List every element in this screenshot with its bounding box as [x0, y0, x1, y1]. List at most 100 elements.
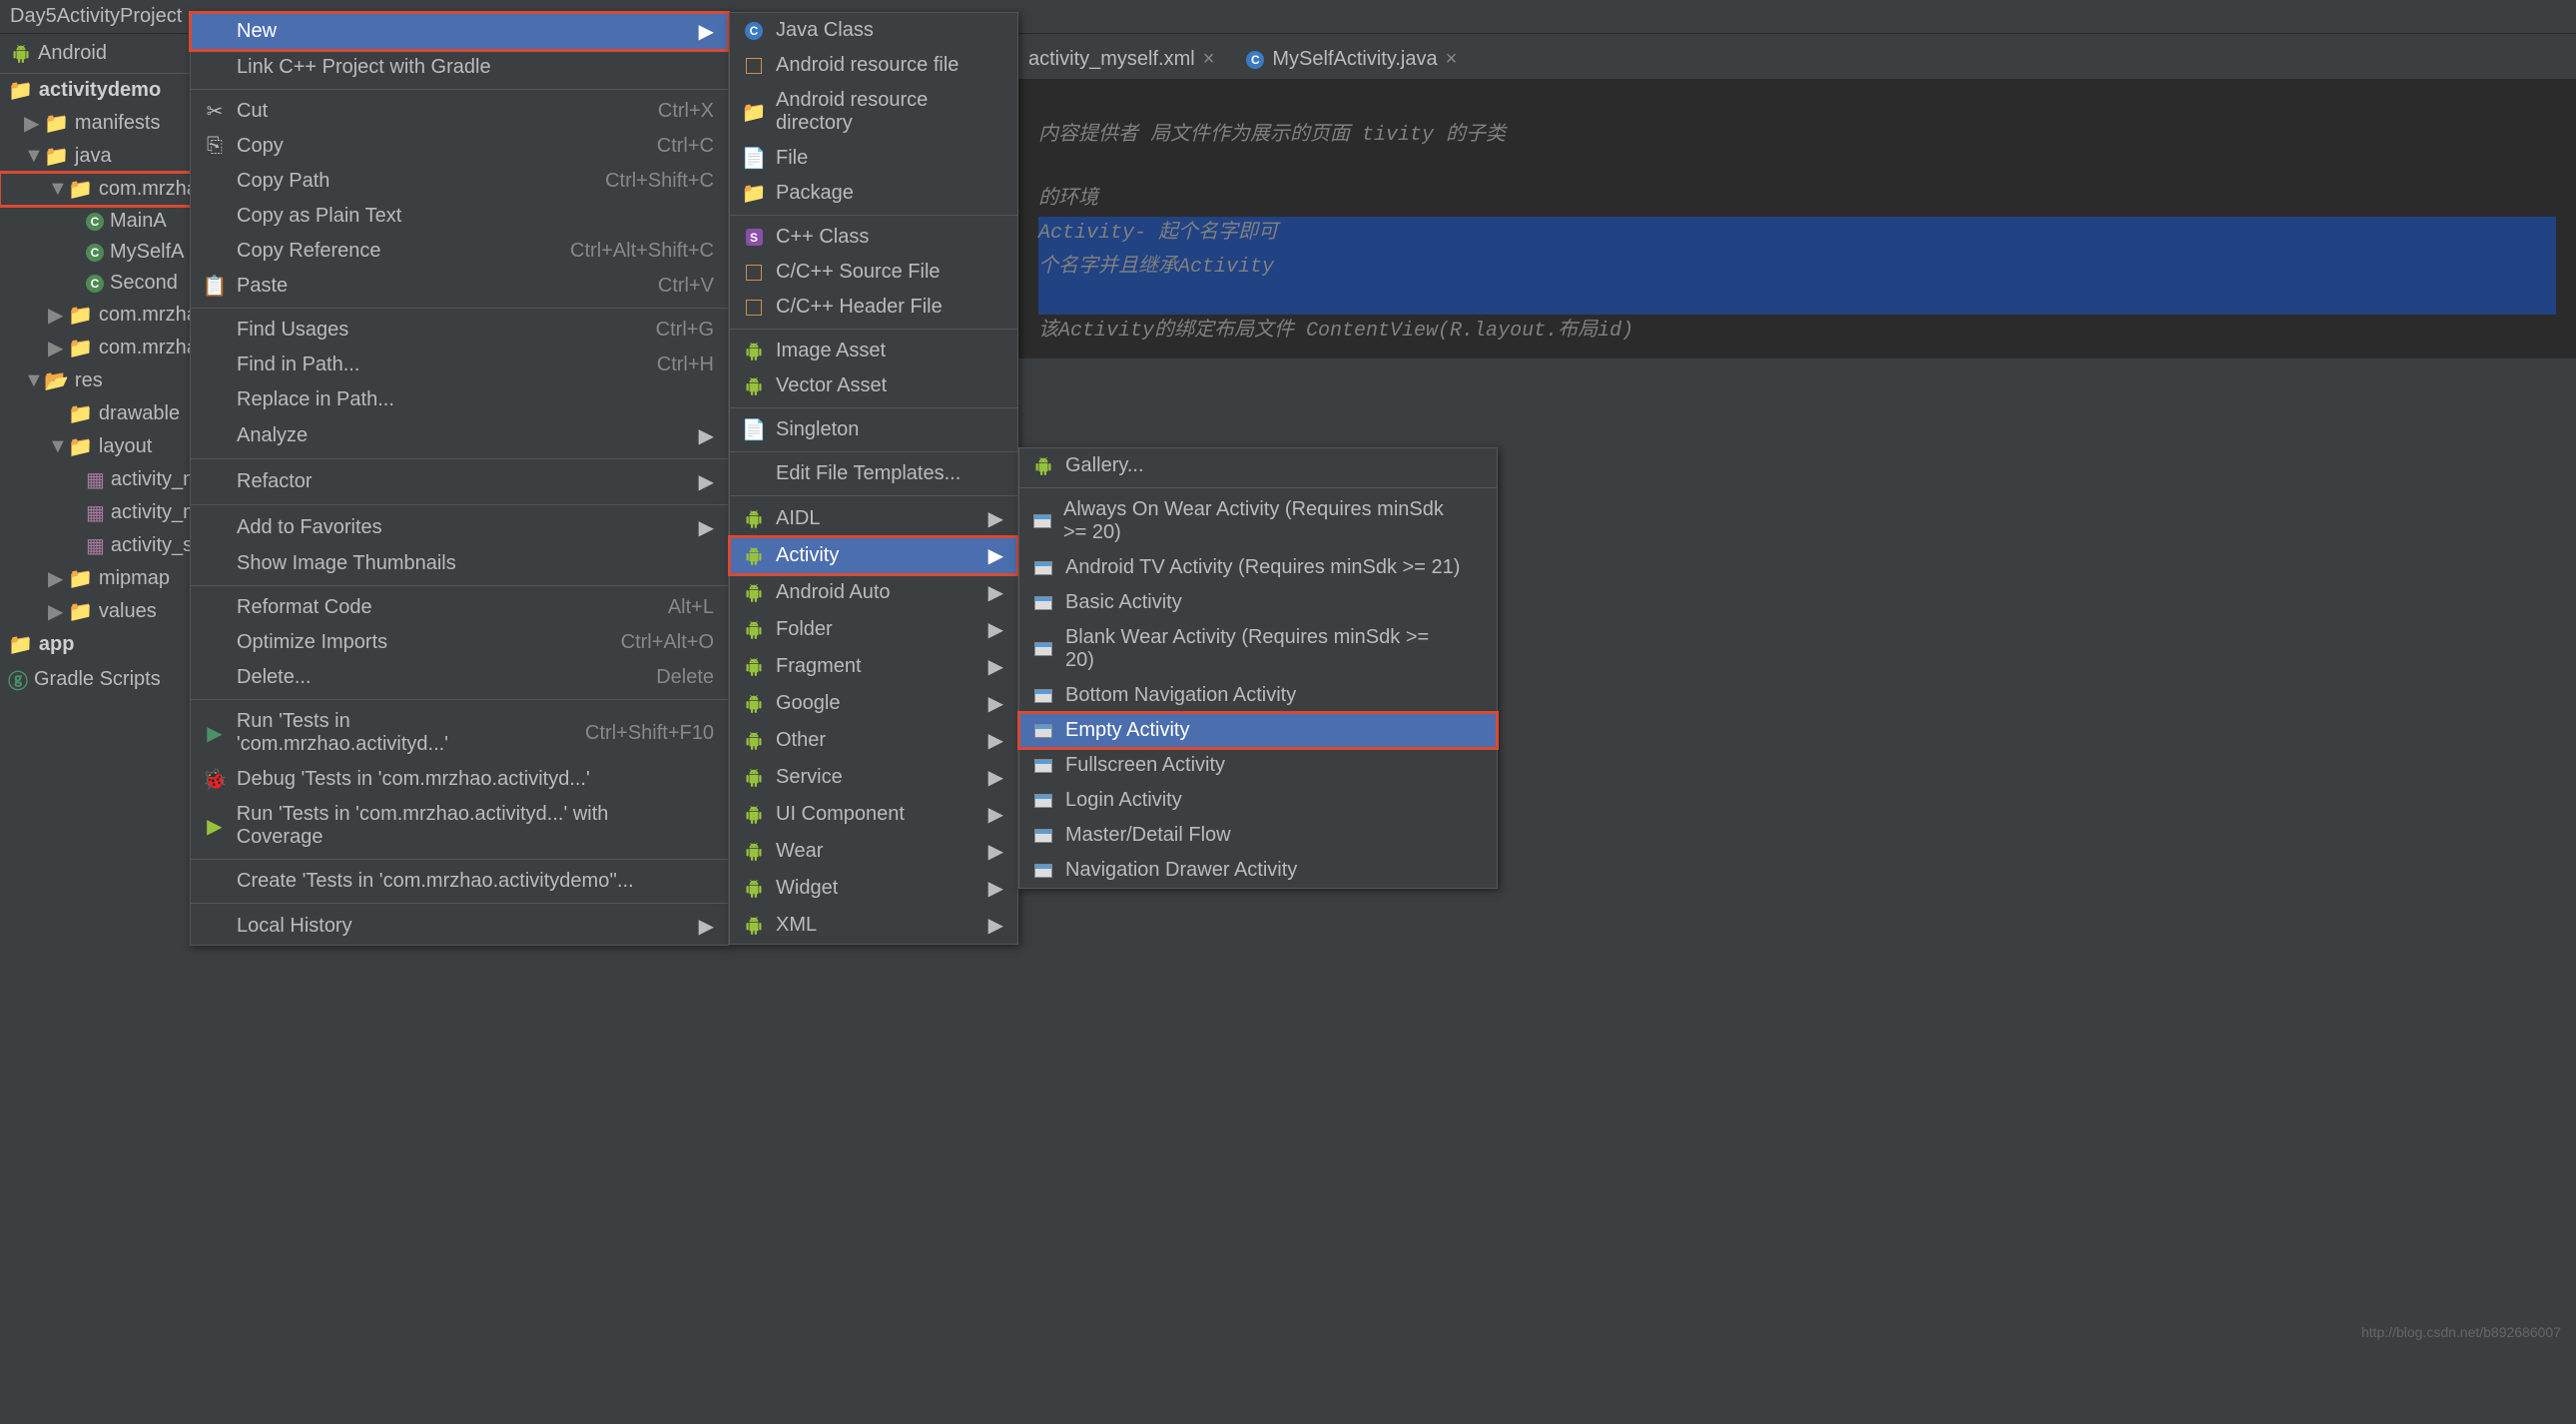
expand-arrow-icon[interactable]: ▶: [48, 566, 62, 591]
menu-item-widget[interactable]: Widget▶: [730, 870, 1017, 907]
menu-item-copy-as-plain-text[interactable]: Copy as Plain Text: [191, 199, 728, 234]
menu-item-local-history[interactable]: Local History▶: [191, 908, 728, 945]
menu-item-c-c-header-file[interactable]: C/C++ Header File: [730, 290, 1017, 325]
menu-item-image-asset[interactable]: Image Asset: [730, 334, 1017, 368]
menu-item-find-in-path[interactable]: Find in Path...Ctrl+H: [191, 348, 728, 382]
menu-item-copy-path[interactable]: Copy PathCtrl+Shift+C: [191, 164, 728, 199]
close-icon[interactable]: ×: [1203, 48, 1215, 71]
menu-item-fullscreen-activity[interactable]: Fullscreen Activity: [1019, 748, 1497, 783]
breadcrumb-root[interactable]: Day5ActivityProject: [10, 5, 182, 28]
expand-arrow-icon[interactable]: ▶: [24, 111, 38, 136]
menu-item-java-class[interactable]: CJava Class: [730, 13, 1017, 48]
menu-item-basic-activity[interactable]: Basic Activity: [1019, 585, 1497, 620]
activity-icon: [1033, 721, 1053, 741]
menu-item-copy-reference[interactable]: Copy ReferenceCtrl+Alt+Shift+C: [191, 234, 728, 269]
menu-item-singleton[interactable]: 📄Singleton: [730, 412, 1017, 447]
activity-submenu[interactable]: Gallery... Always On Wear Activity (Requi…: [1018, 447, 1498, 889]
menu-label: Cut: [237, 100, 268, 123]
menu-item-show-image-thumbnails[interactable]: Show Image Thumbnails: [191, 546, 728, 581]
menu-label: Gallery...: [1065, 454, 1144, 477]
xml-icon: ▦: [86, 533, 105, 558]
menu-item-package[interactable]: 📁Package: [730, 176, 1017, 211]
menu-label: Link C++ Project with Gradle: [237, 56, 491, 79]
collapse-arrow-icon[interactable]: ▼: [24, 369, 38, 392]
class-icon: C: [86, 213, 104, 231]
menu-item-c-c-source-file[interactable]: C/C++ Source File: [730, 255, 1017, 290]
activity-icon: [1033, 511, 1051, 531]
android-icon: [744, 694, 764, 714]
menu-item-gallery[interactable]: Gallery...: [1019, 448, 1497, 483]
menu-label: Run 'Tests in 'com.mrzhao.activityd...': [237, 710, 565, 756]
menu-label: Navigation Drawer Activity: [1065, 859, 1297, 882]
menu-item-edit-file-templates[interactable]: Edit File Templates...: [730, 456, 1017, 491]
menu-item-c-class[interactable]: SC++ Class: [730, 220, 1017, 255]
menu-item-android-tv-activity-requires-minsdk-21[interactable]: Android TV Activity (Requires minSdk >= …: [1019, 550, 1497, 585]
collapse-arrow-icon[interactable]: ▼: [24, 145, 38, 168]
menu-label: Reformat Code: [237, 596, 372, 619]
expand-arrow-icon[interactable]: ▶: [48, 599, 62, 624]
menu-item-fragment[interactable]: Fragment▶: [730, 648, 1017, 685]
blank-icon: [205, 598, 225, 618]
menu-item-aidl[interactable]: AIDL▶: [730, 500, 1017, 537]
menu-label: Empty Activity: [1065, 719, 1189, 742]
collapse-arrow-icon[interactable]: ▼: [48, 178, 62, 201]
menu-item-analyze[interactable]: Analyze▶: [191, 417, 728, 454]
editor-tab-xml[interactable]: activity_myself.xml ×: [1018, 44, 1224, 75]
menu-item-add-to-favorites[interactable]: Add to Favorites▶: [191, 509, 728, 546]
menu-item-refactor[interactable]: Refactor▶: [191, 463, 728, 500]
menu-item-android-auto[interactable]: Android Auto▶: [730, 574, 1017, 611]
menu-item-empty-activity[interactable]: Empty Activity: [1019, 713, 1497, 748]
menu-item-run-tests-in-com-mrzhao-activityd-with-coverage[interactable]: ▶Run 'Tests in 'com.mrzhao.activityd...'…: [191, 797, 728, 855]
menu-item-android-resource-file[interactable]: Android resource file: [730, 48, 1017, 83]
menu-item-ui-component[interactable]: UI Component▶: [730, 796, 1017, 833]
submenu-arrow-icon: ▶: [988, 654, 1003, 679]
menu-item-paste[interactable]: 📋PasteCtrl+V: [191, 269, 728, 304]
menu-item-login-activity[interactable]: Login Activity: [1019, 783, 1497, 818]
menu-item-blank-wear-activity-requires-minsdk-20[interactable]: Blank Wear Activity (Requires minSdk >= …: [1019, 620, 1497, 678]
collapse-arrow-icon[interactable]: ▼: [48, 435, 62, 458]
menu-item-link-c-project-with-gradle[interactable]: Link C++ Project with Gradle: [191, 50, 728, 85]
submenu-arrow-icon: ▶: [988, 543, 1003, 568]
menu-item-activity[interactable]: Activity▶: [730, 537, 1017, 574]
menu-item-xml[interactable]: XML▶: [730, 907, 1017, 944]
menu-shortcut: Ctrl+Shift+F10: [585, 722, 714, 745]
menu-item-always-on-wear-activity-requires-minsdk-20[interactable]: Always On Wear Activity (Requires minSdk…: [1019, 492, 1497, 550]
menu-item-run-tests-in-com-mrzhao-activityd[interactable]: ▶Run 'Tests in 'com.mrzhao.activityd...'…: [191, 704, 728, 762]
menu-item-navigation-drawer-activity[interactable]: Navigation Drawer Activity: [1019, 853, 1497, 888]
context-menu[interactable]: New▶ Link C++ Project with Gradle ✂CutCtrl…: [190, 12, 729, 946]
expand-arrow-icon[interactable]: ▶: [48, 303, 62, 328]
menu-item-google[interactable]: Google▶: [730, 685, 1017, 722]
menu-item-copy[interactable]: ⎘CopyCtrl+C: [191, 129, 728, 164]
menu-item-master-detail-flow[interactable]: Master/Detail Flow: [1019, 818, 1497, 853]
editor-tabs: activity_myself.xml × C MySelfActivity.j…: [1018, 40, 2576, 79]
submenu-arrow-icon: ▶: [988, 580, 1003, 605]
menu-item-create-tests-in-com-mrzhao-activitydemo[interactable]: Create 'Tests in 'com.mrzhao.activitydem…: [191, 864, 728, 899]
blank-icon: [205, 321, 225, 341]
expand-arrow-icon[interactable]: ▶: [48, 336, 62, 360]
menu-item-replace-in-path[interactable]: Replace in Path...: [191, 382, 728, 417]
menu-item-wear[interactable]: Wear▶: [730, 833, 1017, 870]
menu-item-reformat-code[interactable]: Reformat CodeAlt+L: [191, 590, 728, 625]
editor-tab-java[interactable]: C MySelfActivity.java ×: [1236, 44, 1467, 75]
menu-item-other[interactable]: Other▶: [730, 722, 1017, 759]
menu-label: Find Usages: [237, 319, 348, 342]
menu-item-new[interactable]: New▶: [191, 13, 728, 50]
menu-item-android-resource-directory[interactable]: 📁Android resource directory: [730, 83, 1017, 141]
menu-item-optimize-imports[interactable]: Optimize ImportsCtrl+Alt+O: [191, 625, 728, 660]
menu-item-vector-asset[interactable]: Vector Asset: [730, 368, 1017, 403]
menu-item-bottom-navigation-activity[interactable]: Bottom Navigation Activity: [1019, 678, 1497, 713]
folder-icon: 📁: [68, 599, 93, 624]
menu-item-debug-tests-in-com-mrzhao-activityd[interactable]: 🐞Debug 'Tests in 'com.mrzhao.activityd..…: [191, 762, 728, 797]
new-submenu[interactable]: CJava ClassAndroid resource file📁Android…: [729, 12, 1018, 945]
submenu-arrow-icon: ▶: [699, 515, 714, 540]
menu-item-cut[interactable]: ✂CutCtrl+X: [191, 94, 728, 129]
menu-item-service[interactable]: Service▶: [730, 759, 1017, 796]
menu-item-delete[interactable]: Delete...Delete: [191, 660, 728, 695]
close-icon[interactable]: ×: [1446, 48, 1458, 71]
menu-item-folder[interactable]: Folder▶: [730, 611, 1017, 648]
menu-label: Fullscreen Activity: [1065, 754, 1225, 777]
menu-item-file[interactable]: 📄File: [730, 141, 1017, 176]
menu-label: Android resource directory: [776, 89, 983, 135]
menu-item-find-usages[interactable]: Find UsagesCtrl+G: [191, 313, 728, 348]
code-editor[interactable]: 内容提供者 局文件作为展示的页面 tivity 的子类 的环境 Activity…: [1018, 79, 2576, 358]
